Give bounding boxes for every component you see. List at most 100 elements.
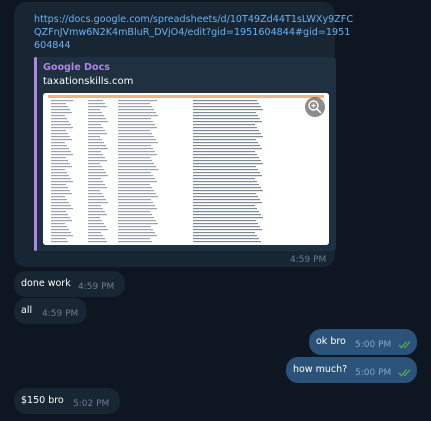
thumbnail-row-line (88, 226, 106, 228)
zoom-button[interactable] (305, 97, 325, 117)
spreadsheet-link[interactable]: https://docs.google.com/spreadsheets/d/1… (34, 13, 354, 52)
thumbnail-row-line (88, 229, 108, 231)
thumbnail-row-line (51, 130, 66, 132)
thumbnail-row-line (193, 157, 259, 159)
thumbnail-row-line (118, 241, 152, 243)
thumbnail-row-line (88, 169, 104, 171)
thumbnail-row-line (193, 136, 263, 138)
message-bubble-ok-bro[interactable]: ok bro 5:00 PM (309, 329, 417, 355)
message-bubble-how-much[interactable]: how much? 5:00 PM (286, 357, 417, 383)
thumbnail-row-line (118, 184, 150, 186)
thumbnail-row-line (51, 238, 66, 240)
thumbnail-row-line (118, 103, 150, 105)
thumbnail-row-line (88, 205, 101, 207)
thumbnail-row-line (193, 196, 258, 198)
link-message-bubble[interactable]: https://docs.google.com/spreadsheets/d/1… (14, 2, 353, 267)
thumbnail-row-line (88, 157, 105, 159)
thumbnail-row-line (51, 226, 67, 228)
thumbnail-row-line (118, 169, 158, 171)
thumbnail-row-line (88, 223, 104, 225)
thumbnail-row-line (193, 175, 262, 177)
thumbnail-row-line (88, 112, 102, 114)
thumbnail-row-line (88, 136, 100, 138)
thumbnail-row-line (118, 121, 153, 123)
thumbnail-row-line (193, 112, 256, 114)
thumbnail-row-line (88, 106, 107, 108)
thumbnail-row-line (118, 139, 156, 141)
thumbnail-row-line (193, 235, 257, 237)
thumbnail-row-line (88, 178, 101, 180)
thumbnail-row-line (51, 121, 69, 123)
thumbnail-row-line (193, 130, 259, 132)
thumbnail-row-line (51, 157, 66, 159)
thumbnail-row-line (118, 235, 157, 237)
thumbnail-row-line (51, 202, 69, 204)
thumbnail-row-line (88, 217, 100, 219)
thumbnail-row-line (193, 187, 261, 189)
thumbnail-row-line (88, 208, 103, 210)
thumbnail-row-line (193, 127, 257, 129)
thumbnail-row-line (51, 148, 69, 150)
thumbnail-row-line (88, 187, 107, 189)
thumbnail-row-line (118, 115, 158, 117)
thumbnail-row-line (51, 211, 66, 213)
thumbnail-row-line (51, 100, 73, 102)
thumbnail-row-line (118, 124, 155, 126)
message-bubble-price[interactable]: $150 bro 5:02 PM (14, 388, 120, 414)
thumbnail-row-line (118, 127, 157, 129)
thumbnail-row-line (193, 139, 256, 141)
link-preview-card[interactable]: Google Docs taxationskills.com (34, 57, 336, 251)
thumbnail-row-line (118, 226, 151, 228)
thumbnail-row-line (193, 232, 255, 234)
thumbnail-row-line (193, 205, 255, 207)
thumbnail-row-line (51, 151, 71, 153)
thumbnail-row-line (193, 148, 262, 150)
thumbnail-row-line (193, 226, 260, 228)
thumbnail-row-line (51, 145, 67, 147)
thumbnail-row-line (51, 208, 73, 210)
message-bubble-all[interactable]: all 4:59 PM (14, 298, 87, 324)
thumbnail-row-line (88, 241, 107, 243)
thumbnail-row-line (88, 124, 101, 126)
thumbnail-row-line (118, 178, 155, 180)
thumbnail-row-line (51, 229, 69, 231)
thumbnail-row-line (51, 184, 66, 186)
thumbnail-row-line (51, 181, 73, 183)
thumbnail-row-line (193, 100, 257, 102)
thumbnail-row-line (193, 172, 260, 174)
thumbnail-row-line (118, 109, 154, 111)
thumbnail-row-line (88, 115, 104, 117)
thumbnail-row-line (88, 193, 102, 195)
thumbnail-row-line (51, 166, 72, 168)
thumbnail-row-line (88, 202, 108, 204)
message-text: $150 bro (21, 395, 64, 406)
thumbnail-row-line (118, 130, 150, 132)
thumbnail-row-line (118, 214, 152, 216)
thumbnail-row-line (118, 217, 154, 219)
message-time: 5:02 PM (73, 399, 110, 409)
thumbnail-row-line (193, 115, 258, 117)
thumbnail-row-line (88, 103, 105, 105)
thumbnail-row-line (118, 202, 153, 204)
thumbnail-row-line (51, 220, 72, 222)
thumbnail-row-line (88, 199, 106, 201)
thumbnail-row-line (193, 202, 262, 204)
thumbnail-row-line (193, 211, 259, 213)
message-bubble-done-work[interactable]: done work 4:59 PM (14, 271, 125, 297)
message-time: 4:59 PM (78, 282, 115, 292)
thumbnail-row-line (88, 175, 108, 177)
thumbnail-row-line (118, 166, 156, 168)
thumbnail-row-line (88, 151, 101, 153)
thumbnail-row-line (193, 163, 263, 165)
thumbnail-row-line (118, 181, 157, 183)
thumbnail-row-line (51, 205, 71, 207)
thumbnail-row-line (88, 130, 105, 132)
thumbnail-row-line (51, 223, 65, 225)
double-check-icon (398, 341, 411, 349)
thumbnail-row-line (88, 142, 104, 144)
preview-thumbnail[interactable] (43, 93, 329, 245)
thumbnail-row-line (88, 163, 100, 165)
thumbnail-row-line (118, 232, 155, 234)
thumbnail-row-line (193, 124, 255, 126)
message-text: all (21, 305, 33, 316)
